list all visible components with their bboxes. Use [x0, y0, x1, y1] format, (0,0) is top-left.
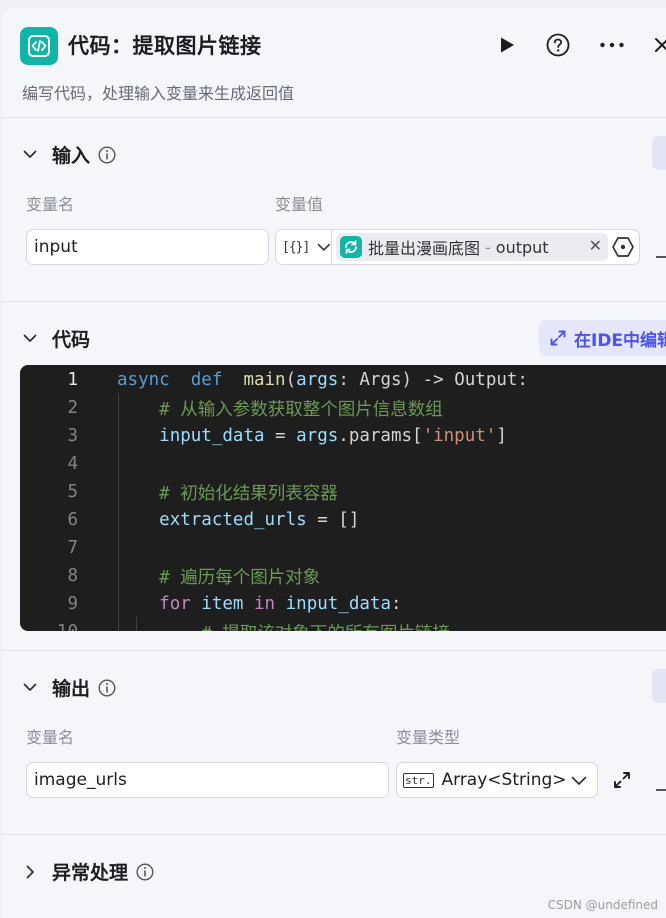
array-object-type-icon: [{}] [282, 239, 310, 255]
divider [2, 117, 666, 118]
output-section-header[interactable]: 输出 [22, 674, 116, 701]
code-text: # 遍历每个图片对象 [159, 567, 321, 588]
code-line[interactable]: 9 for item in input_data: [20, 590, 666, 618]
loop-icon [340, 236, 362, 258]
code-line[interactable]: 6 extracted_urls = [] [20, 506, 666, 534]
remove-input-icon[interactable] [656, 256, 666, 258]
close-icon [655, 38, 666, 52]
code-line[interactable]: 2 # 从输入参数获取整个图片信息数组 [20, 394, 666, 422]
input-value-column-label: 变量值 [275, 195, 324, 214]
value-type-selector[interactable]: [{}] [276, 230, 332, 264]
output-variable-name-field[interactable]: image_urls [26, 762, 389, 798]
chevron-down-icon [571, 776, 587, 785]
code-text: async def main(args: Args) -> Output: [117, 370, 528, 390]
code-editor[interactable]: 1 async def main(args: Args) -> Output: 2 … [20, 365, 666, 631]
watermark: CSDN @undefined [547, 898, 658, 912]
add-input-button[interactable] [652, 136, 666, 170]
exception-section-title: 异常处理 [52, 862, 129, 884]
line-number: 2 [67, 398, 78, 418]
code-line[interactable]: 8 # 遍历每个图片对象 [20, 562, 666, 590]
reference-variable-name: output [495, 237, 549, 257]
input-variable-value-field[interactable]: [{}] 批量出漫画底图 - output ✕ [275, 229, 640, 265]
play-icon [501, 37, 514, 53]
divider [2, 301, 666, 302]
code-section-title: 代码 [52, 329, 91, 351]
input-section-header[interactable]: 输入 [22, 141, 116, 168]
input-variable-name: input [34, 237, 78, 257]
info-icon[interactable] [98, 145, 116, 164]
node-description[interactable]: 编写代码，处理输入变量来生成返回值 [22, 80, 294, 104]
info-icon[interactable] [136, 862, 154, 881]
node-header: 代码：提取图片链接 编写代码，处理输入变量来生成返回值 [2, 8, 666, 118]
reference-node-name: 批量出漫画底图 [368, 239, 481, 258]
line-number: 8 [67, 566, 78, 586]
expand-icon[interactable] [612, 770, 632, 790]
code-line[interactable]: 10 # 提取该对象下的所有图片链接 [20, 618, 666, 631]
code-node-panel: 代码：提取图片链接 编写代码，处理输入变量来生成返回值 输入 变量名 变量值 i… [2, 8, 666, 918]
input-name-column-label: 变量名 [26, 195, 75, 214]
expand-icon [550, 330, 566, 346]
line-number: 3 [67, 426, 78, 446]
code-icon [20, 27, 58, 65]
input-section-title: 输入 [52, 145, 91, 167]
variable-picker-icon[interactable] [612, 236, 634, 258]
more-button[interactable] [599, 32, 625, 58]
code-line[interactable]: 7 [20, 534, 666, 562]
code-text: extracted_urls = [] [159, 510, 360, 530]
variable-reference-tag[interactable]: 批量出漫画底图 - output ✕ [336, 233, 608, 261]
divider [2, 650, 666, 651]
chevron-down-icon [22, 680, 38, 696]
exception-section-header[interactable]: 异常处理 [22, 858, 154, 885]
code-text: # 初始化结果列表容器 [159, 483, 338, 504]
code-text: input_data = args.params['input'] [159, 426, 507, 446]
string-type-icon: str. [403, 772, 434, 788]
reference-separator: - [485, 237, 491, 257]
code-line[interactable]: 4 [20, 450, 666, 478]
help-icon [546, 33, 570, 57]
code-line[interactable]: 5 # 初始化结果列表容器 [20, 478, 666, 506]
output-type-column-label: 变量类型 [396, 728, 461, 747]
help-button[interactable] [545, 32, 571, 58]
chevron-down-icon [22, 331, 38, 347]
info-icon[interactable] [98, 678, 116, 697]
code-line[interactable]: 3 input_data = args.params['input'] [20, 422, 666, 450]
node-title[interactable]: 代码：提取图片链接 [68, 30, 262, 60]
remove-reference-icon[interactable]: ✕ [589, 236, 602, 255]
add-output-button[interactable] [652, 669, 666, 703]
output-name-column-label: 变量名 [26, 728, 75, 747]
chevron-down-icon [22, 147, 38, 163]
line-number: 4 [67, 454, 78, 474]
run-button[interactable] [494, 32, 520, 58]
line-number: 6 [67, 510, 78, 530]
output-type-selector[interactable]: str. Array<String> [396, 762, 598, 798]
code-line[interactable]: 1 async def main(args: Args) -> Output: [20, 366, 666, 394]
code-section-header[interactable]: 代码 [22, 325, 90, 352]
line-number: 5 [67, 482, 78, 502]
divider [2, 834, 666, 835]
output-type-value: Array<String> [441, 770, 567, 790]
code-text: # 从输入参数获取整个图片信息数组 [159, 399, 443, 420]
input-variable-name-field[interactable]: input [26, 229, 269, 265]
remove-output-icon[interactable] [656, 789, 666, 791]
close-button[interactable] [652, 32, 666, 58]
edit-in-ide-button[interactable]: 在IDE中编辑 [539, 320, 666, 356]
chevron-down-icon [317, 243, 331, 251]
output-section-title: 输出 [52, 678, 91, 700]
chevron-right-icon [22, 864, 38, 880]
line-number: 1 [67, 370, 78, 390]
line-number: 9 [67, 594, 78, 614]
output-variable-name: image_urls [34, 770, 127, 790]
code-text: # 提取该对象下的所有图片链接 [117, 620, 450, 632]
line-number: 10 [20, 622, 80, 631]
code-text: for item in input_data: [159, 594, 402, 614]
more-icon [600, 42, 624, 48]
edit-in-ide-label: 在IDE中编辑 [574, 330, 666, 351]
line-number: 7 [67, 538, 78, 558]
